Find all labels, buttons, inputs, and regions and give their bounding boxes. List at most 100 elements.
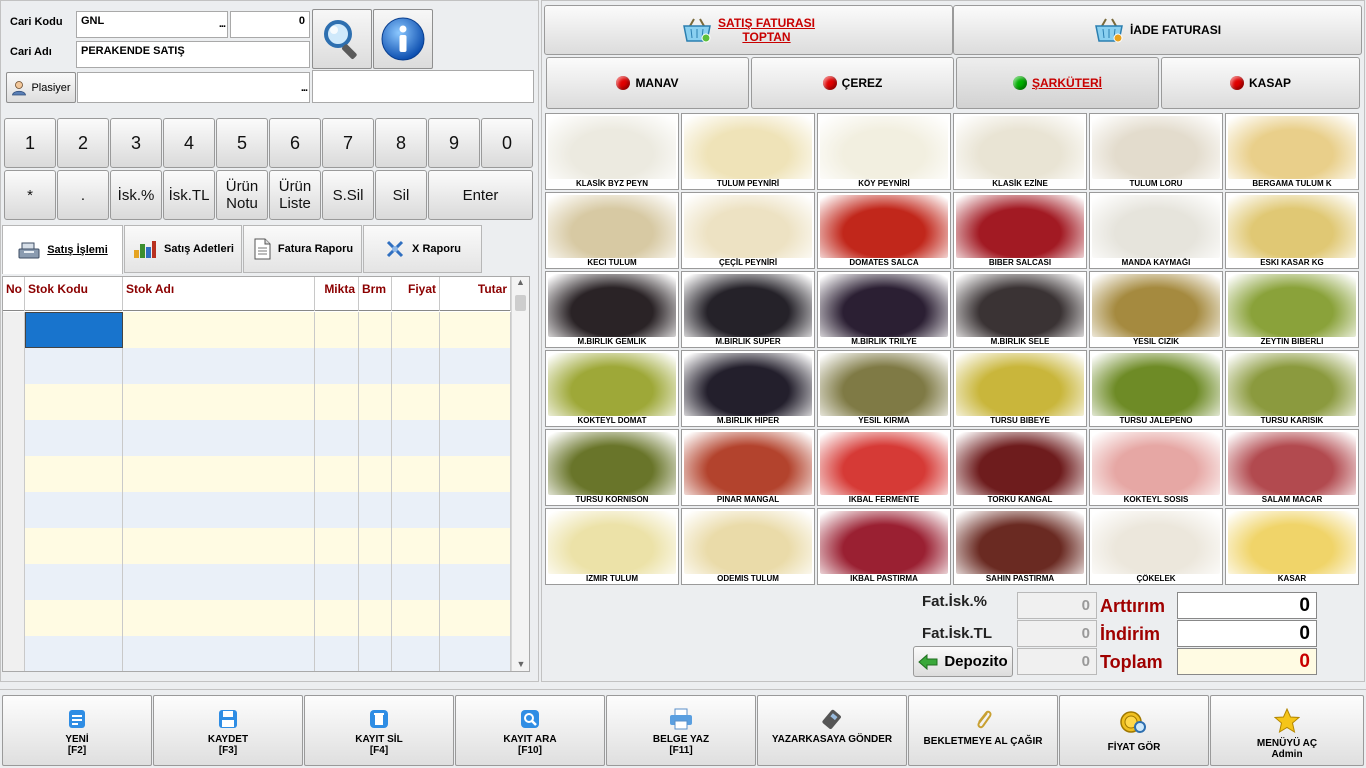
table-cell[interactable] — [359, 564, 392, 600]
table-cell[interactable] — [359, 384, 392, 420]
key-1[interactable]: 1 — [4, 118, 56, 168]
scroll-thumb[interactable] — [515, 295, 526, 311]
category-manav[interactable]: MANAV — [546, 57, 749, 109]
table-cell[interactable] — [392, 348, 440, 384]
table-row[interactable] — [3, 528, 511, 564]
key-9[interactable]: 9 — [428, 118, 480, 168]
category-cerez[interactable]: ÇEREZ — [751, 57, 954, 109]
table-cell[interactable] — [392, 492, 440, 528]
table-cell[interactable] — [440, 456, 511, 492]
cari-kodu-number[interactable]: 0 — [230, 11, 310, 38]
table-cell[interactable] — [25, 636, 123, 671]
cari-kodu-lookup-button[interactable]: ... — [219, 18, 226, 30]
yeni-button[interactable]: YENİ [F2] — [2, 695, 152, 766]
menuyu-ac-button[interactable]: MENÜYÜ AÇ Admin — [1210, 695, 1364, 766]
table-row[interactable] — [3, 600, 511, 636]
product-tile[interactable]: KASAR — [1225, 508, 1359, 585]
table-cell[interactable] — [359, 492, 392, 528]
product-tile[interactable]: KLASİK EZİNE — [953, 113, 1087, 190]
satis-faturasi-button[interactable]: SATIŞ FATURASI TOPTAN — [544, 5, 953, 55]
table-row[interactable] — [3, 564, 511, 600]
key-isk-tl[interactable]: İsk.TL — [163, 170, 215, 220]
kaydet-button[interactable]: KAYDET [F3] — [153, 695, 303, 766]
table-cell[interactable] — [440, 600, 511, 636]
product-tile[interactable]: KOKTEYL SOSIS — [1089, 429, 1223, 506]
key-urun-liste[interactable]: Ürün Liste — [269, 170, 321, 220]
fiyat-gor-button[interactable]: FİYAT GÖR — [1059, 695, 1209, 766]
product-tile[interactable]: ODEMIS TULUM — [681, 508, 815, 585]
column-header[interactable]: Stok Adı — [123, 277, 315, 311]
table-cell[interactable] — [315, 348, 359, 384]
plasiyer-button[interactable]: Plasiyer — [6, 72, 76, 103]
key-5[interactable]: 5 — [216, 118, 268, 168]
table-cell[interactable] — [359, 636, 392, 671]
table-cell[interactable] — [123, 312, 315, 348]
table-cell[interactable] — [123, 384, 315, 420]
product-tile[interactable]: ÇEÇİL PEYNİRİ — [681, 192, 815, 269]
scroll-up-icon[interactable]: ▲ — [512, 277, 529, 293]
table-cell[interactable] — [392, 384, 440, 420]
fat-isk-tl-field[interactable]: 0 — [1017, 620, 1097, 647]
cari-adi-field[interactable]: PERAKENDE SATIŞ — [76, 41, 310, 68]
product-tile[interactable]: TURSU KARISIK — [1225, 350, 1359, 427]
column-header[interactable]: Stok Kodu — [25, 277, 123, 311]
product-tile[interactable]: TULUM LORU — [1089, 113, 1223, 190]
table-cell[interactable] — [25, 348, 123, 384]
yazarkasaya-gonder-button[interactable]: YAZARKASAYA GÖNDER — [757, 695, 907, 766]
column-header[interactable]: Mikta — [315, 277, 359, 311]
table-cell[interactable] — [392, 636, 440, 671]
table-cell[interactable] — [315, 564, 359, 600]
key-4[interactable]: 4 — [163, 118, 215, 168]
column-header[interactable]: Fiyat — [392, 277, 440, 311]
table-cell[interactable] — [359, 348, 392, 384]
product-tile[interactable]: ÇÖKELEK — [1089, 508, 1223, 585]
key-multiply[interactable]: * — [4, 170, 56, 220]
tab-satis-islemi[interactable]: Satış İşlemi — [2, 225, 123, 274]
key-sil[interactable]: Sil — [375, 170, 427, 220]
table-cell[interactable] — [123, 636, 315, 671]
product-tile[interactable]: DOMATES SALCA — [817, 192, 951, 269]
depozito-button[interactable]: Depozito — [913, 646, 1013, 677]
key-7[interactable]: 7 — [322, 118, 374, 168]
table-cell[interactable] — [123, 420, 315, 456]
plasiyer-extra-field[interactable] — [312, 70, 534, 103]
product-tile[interactable]: KOKTEYL DOMAT — [545, 350, 679, 427]
bekletmeye-al-cagir-button[interactable]: BEKLETMEYE AL ÇAĞIR — [908, 695, 1058, 766]
table-cell[interactable] — [440, 492, 511, 528]
fat-isk-pct-field[interactable]: 0 — [1017, 592, 1097, 619]
search-button[interactable] — [312, 9, 372, 69]
product-tile[interactable]: BERGAMA TULUM K — [1225, 113, 1359, 190]
tab-x-raporu[interactable]: X Raporu — [363, 225, 482, 273]
key-enter[interactable]: Enter — [428, 170, 533, 220]
product-tile[interactable]: TULUM PEYNİRİ — [681, 113, 815, 190]
table-cell[interactable] — [315, 600, 359, 636]
table-cell[interactable] — [123, 456, 315, 492]
table-row[interactable] — [3, 420, 511, 456]
key-2[interactable]: 2 — [57, 118, 109, 168]
table-cell[interactable] — [315, 384, 359, 420]
key-0[interactable]: 0 — [481, 118, 533, 168]
table-cell[interactable] — [359, 456, 392, 492]
category-kasap[interactable]: KASAP — [1161, 57, 1360, 109]
table-cell[interactable] — [123, 492, 315, 528]
product-tile[interactable]: TORKU KANGAL — [953, 429, 1087, 506]
table-cell[interactable] — [25, 600, 123, 636]
tab-satis-adetleri[interactable]: Satış Adetleri — [124, 225, 242, 273]
plasiyer-lookup-button[interactable]: ... — [301, 82, 308, 94]
product-tile[interactable]: KÖY PEYNİRİ — [817, 113, 951, 190]
table-cell[interactable] — [440, 312, 511, 348]
depozito-field[interactable]: 0 — [1017, 648, 1097, 675]
table-cell[interactable] — [392, 528, 440, 564]
table-cell[interactable] — [25, 528, 123, 564]
table-cell[interactable] — [392, 420, 440, 456]
key-8[interactable]: 8 — [375, 118, 427, 168]
table-row[interactable] — [3, 384, 511, 420]
table-cell[interactable] — [392, 564, 440, 600]
product-tile[interactable]: TURSU JALEPENO — [1089, 350, 1223, 427]
table-cell[interactable] — [440, 636, 511, 671]
product-tile[interactable]: IKBAL PASTIRMA — [817, 508, 951, 585]
column-header[interactable]: No — [3, 277, 25, 311]
table-cell[interactable] — [440, 348, 511, 384]
table-cell[interactable] — [25, 492, 123, 528]
key-isk-pct[interactable]: İsk.% — [110, 170, 162, 220]
